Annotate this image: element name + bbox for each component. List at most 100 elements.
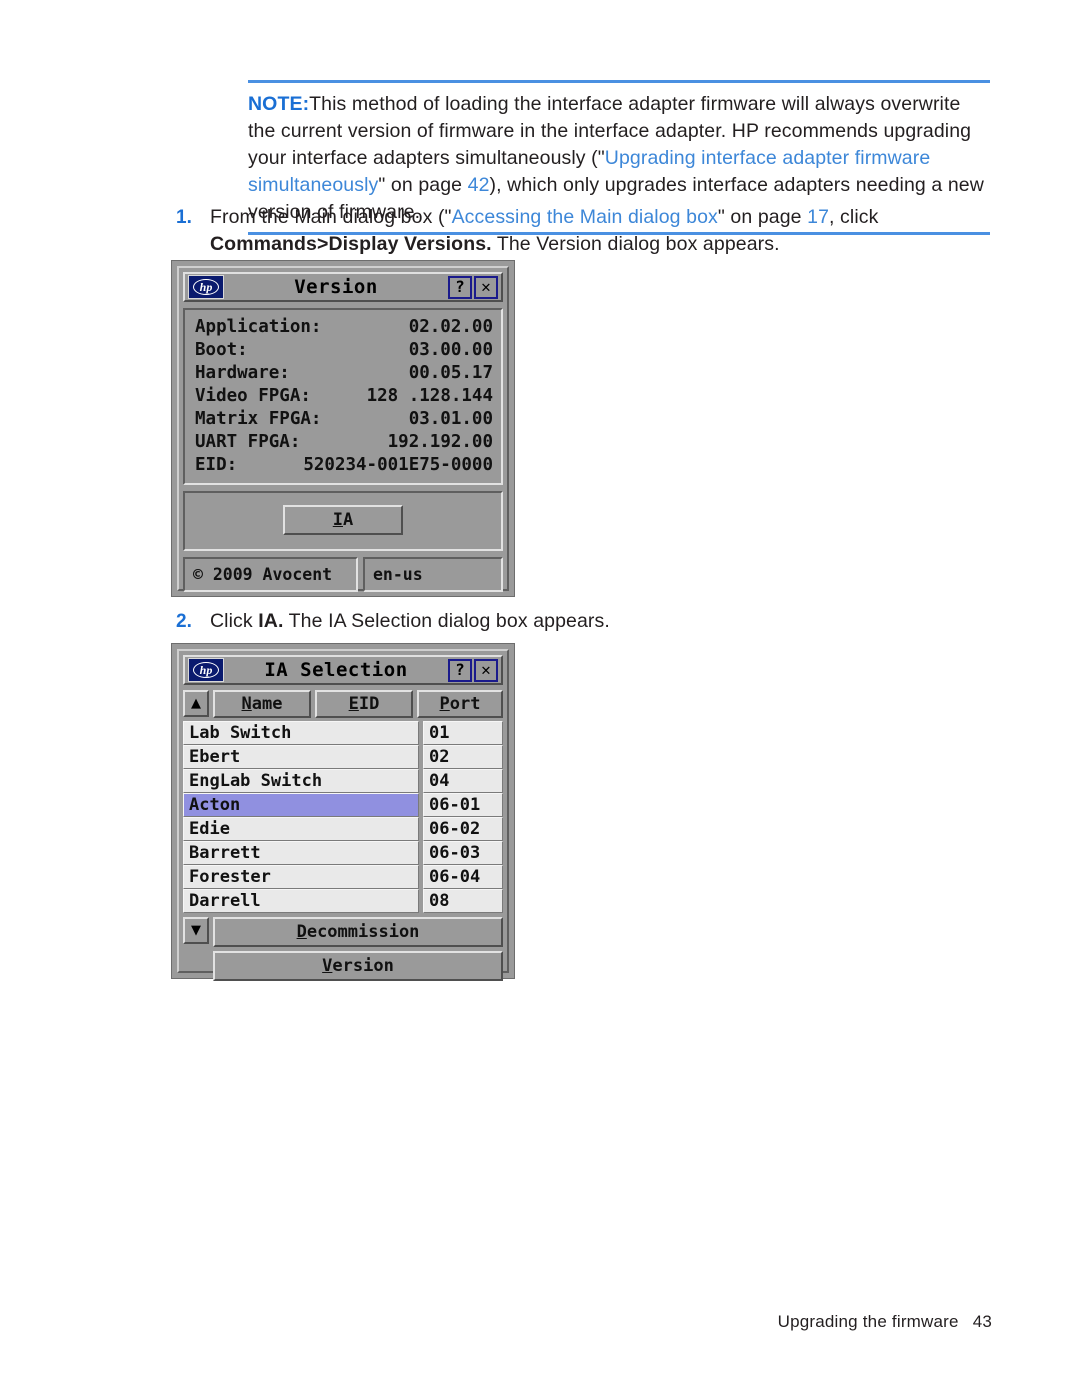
version-field-row: Hardware: 00.05.17 <box>195 362 493 385</box>
note-label: NOTE: <box>248 93 310 115</box>
version-titlebar-buttons: ? ✕ <box>448 275 498 299</box>
table-cell-port[interactable]: 08 <box>423 889 503 913</box>
version-field-label: Boot: <box>195 340 248 360</box>
version-button[interactable]: Version <box>213 951 503 981</box>
step-2-text-2: The IA Selection dialog box appears. <box>283 610 610 632</box>
step-1-text-3: , click <box>829 206 879 228</box>
version-field-label: Matrix FPGA: <box>195 409 322 429</box>
column-header-eid[interactable]: EID <box>315 690 413 718</box>
step-1-command-emphasis: Commands>Display Versions. <box>210 233 492 255</box>
hp-logo-icon: hp <box>188 658 224 682</box>
column-header-eid-accel: E <box>348 694 359 714</box>
version-dialog[interactable]: hp Version ? ✕ Application: 02.02.00 Boo… <box>171 260 515 597</box>
step-2-text: Click IA. The IA Selection dialog box ap… <box>210 608 610 635</box>
step-1-text-1: From the Main dialog box (" <box>210 206 452 228</box>
version-field-value: 192.192.00 <box>387 432 493 452</box>
footer-page-number: 43 <box>972 1312 992 1331</box>
version-ia-button-zone: IA <box>183 491 503 551</box>
step-item-1: 1. From the Main dialog box ("Accessing … <box>166 204 1006 258</box>
table-cell-port[interactable]: 01 <box>423 721 503 745</box>
table-cell-port[interactable]: 02 <box>423 745 503 769</box>
version-dialog-titlebar: hp Version ? ✕ <box>183 272 503 302</box>
column-header-eid-rest: ID <box>358 694 380 714</box>
step-1-text-4: The Version dialog box appears. <box>491 233 780 255</box>
ia-selection-title: IA Selection <box>264 659 408 681</box>
step-2-text-1: Click <box>210 610 259 632</box>
table-row[interactable]: Darrell <box>183 889 419 913</box>
help-icon[interactable]: ? <box>448 275 472 299</box>
locale-label: en-us <box>363 557 503 592</box>
version-fields-panel: Application: 02.02.00 Boot: 03.00.00 Har… <box>183 308 503 485</box>
table-cell-port[interactable]: 06-04 <box>423 865 503 889</box>
step-1-text: From the Main dialog box ("Accessing the… <box>210 204 1006 258</box>
version-field-value: 128 .128.144 <box>366 386 493 406</box>
version-button-rest: ersion <box>332 956 394 976</box>
table-row[interactable]: Forester <box>183 865 419 889</box>
column-header-name-rest: ame <box>251 694 283 714</box>
decommission-button-rest: ecommission <box>306 922 420 942</box>
version-field-label: Hardware: <box>195 363 290 383</box>
version-field-label: Video FPGA: <box>195 386 311 406</box>
note-text-2: " on page <box>378 174 468 196</box>
close-icon[interactable]: ✕ <box>474 275 498 299</box>
step-1-crossref-link[interactable]: Accessing the Main dialog box <box>452 206 718 228</box>
ia-selection-column-headers: ▲ Name EID Port <box>183 690 503 718</box>
version-field-row: Video FPGA: 128 .128.144 <box>195 385 493 408</box>
decommission-button[interactable]: Decommission <box>213 917 503 947</box>
close-icon[interactable]: ✕ <box>474 658 498 682</box>
decommission-button-accel: D <box>296 922 307 942</box>
table-cell-port[interactable]: 06-03 <box>423 841 503 865</box>
column-header-name-accel: N <box>241 694 252 714</box>
step-item-2: 2. Click IA. The IA Selection dialog box… <box>166 608 866 635</box>
copyright-label: © 2009 Avocent <box>183 557 358 592</box>
version-field-label: UART FPGA: <box>195 432 301 452</box>
ia-button-rest: A <box>343 510 354 530</box>
footer-chapter-title: Upgrading the firmware <box>777 1312 959 1331</box>
version-field-value: 520234-001E75-0000 <box>303 455 493 475</box>
hp-logo-text: hp <box>199 279 213 294</box>
note-page-ref[interactable]: 42 <box>468 174 490 196</box>
ia-selection-dialog[interactable]: hp IA Selection ? ✕ ▲ Name EID Port Lab … <box>171 643 515 981</box>
table-cell-port[interactable]: 06-02 <box>423 817 503 841</box>
scroll-up-icon[interactable]: ▲ <box>183 690 209 717</box>
hp-logo-icon: hp <box>188 275 224 299</box>
version-field-label: EID: <box>195 455 238 475</box>
version-field-value: 02.02.00 <box>408 317 493 337</box>
version-button-accel: V <box>322 956 333 976</box>
ia-selection-footer: ▼ Decommission Version <box>183 917 503 981</box>
table-row-selected[interactable]: Acton <box>183 793 419 817</box>
version-field-row: Matrix FPGA: 03.01.00 <box>195 408 493 431</box>
version-field-value: 03.01.00 <box>408 409 493 429</box>
version-dialog-title: Version <box>294 276 378 298</box>
ia-button[interactable]: IA <box>283 505 403 535</box>
version-dialog-inner: hp Version ? ✕ Application: 02.02.00 Boo… <box>177 266 509 592</box>
ia-list-port-column: 01 02 04 06-01 06-02 06-03 06-04 08 <box>423 721 503 913</box>
table-row[interactable]: Barrett <box>183 841 419 865</box>
column-header-name[interactable]: Name <box>213 690 311 718</box>
document-page: NOTE:This method of loading the interfac… <box>0 0 1080 1397</box>
ia-list-name-column: Lab Switch Ebert EngLab Switch Acton Edi… <box>183 721 419 913</box>
ia-selection-titlebar: hp IA Selection ? ✕ <box>183 655 503 685</box>
step-1-text-2: " on page <box>717 206 808 228</box>
version-field-row: EID: 520234-001E75-0000 <box>195 454 493 477</box>
table-row[interactable]: Lab Switch <box>183 721 419 745</box>
scroll-down-icon[interactable]: ▼ <box>183 917 209 944</box>
table-cell-port[interactable]: 04 <box>423 769 503 793</box>
table-row[interactable]: Ebert <box>183 745 419 769</box>
version-field-value: 03.00.00 <box>408 340 493 360</box>
ia-button-accel: I <box>332 510 343 530</box>
help-icon[interactable]: ? <box>448 658 472 682</box>
table-row[interactable]: Edie <box>183 817 419 841</box>
version-dialog-footer: © 2009 Avocent en-us <box>183 557 503 592</box>
step-2-number: 2. <box>176 611 192 632</box>
version-field-row: Application: 02.02.00 <box>195 316 493 339</box>
table-row[interactable]: EngLab Switch <box>183 769 419 793</box>
column-header-port-accel: P <box>439 694 450 714</box>
ia-selection-titlebar-buttons: ? ✕ <box>448 658 498 682</box>
step-1-page-ref[interactable]: 17 <box>807 206 829 228</box>
table-cell-port[interactable]: 06-01 <box>423 793 503 817</box>
version-field-label: Application: <box>195 317 322 337</box>
column-header-port[interactable]: Port <box>417 690 503 718</box>
version-field-row: Boot: 03.00.00 <box>195 339 493 362</box>
page-footer: Upgrading the firmware 43 <box>778 1312 992 1332</box>
